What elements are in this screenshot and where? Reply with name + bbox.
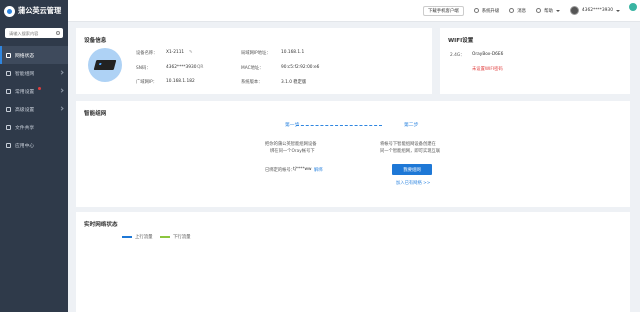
chevron-right-icon: [59, 88, 64, 93]
bound-account-label: 已绑定的帐号：: [265, 168, 296, 173]
wifi-password-warning[interactable]: 未设置WIFI密码: [472, 66, 503, 72]
sidebar-item-smart-network[interactable]: 智能组网: [0, 64, 68, 82]
sidebar-item-label: 网络状态: [15, 53, 35, 59]
logo-icon: [4, 5, 15, 17]
sidebar-item-label: 高级设置: [15, 107, 35, 113]
sidebar-item-file-sharing[interactable]: 文件共享: [0, 118, 68, 136]
messages-link[interactable]: 消息: [509, 8, 526, 14]
chevron-right-icon: [59, 106, 64, 111]
step2-desc-line1: 将帐号下智能组网设备创建在: [380, 142, 436, 147]
notification-dot: [38, 87, 41, 90]
legend-upload[interactable]: 上行流量: [122, 234, 153, 240]
folder-icon: [6, 124, 11, 130]
device-info-card: 设备信息 设备名称： X1-2111 ✎ SN码： 4362****3930 Q…: [76, 28, 432, 94]
router-icon: [93, 60, 117, 70]
search-input[interactable]: [5, 28, 63, 38]
sidebar-item-label: 应用中心: [15, 143, 35, 149]
lan-ip-label: 局域网IP地址：: [241, 51, 271, 56]
brand[interactable]: 蒲公英云管理: [0, 0, 68, 22]
mac-label: MAC地址：: [241, 66, 264, 71]
upgrade-label: 系统升级: [481, 8, 500, 14]
legend-download-swatch: [160, 236, 170, 238]
legend-download[interactable]: 下行流量: [160, 234, 191, 240]
download-client-button[interactable]: 下载手机客户端: [422, 5, 464, 16]
account-label: 4362****3930: [581, 8, 613, 13]
sn-value: 4362****3930: [166, 65, 197, 70]
device-name-value: X1-2111: [166, 50, 185, 55]
step-connector: [296, 125, 382, 126]
sidebar-item-label: 常用设置: [15, 89, 35, 95]
traffic-title: 实时网络状态: [84, 222, 118, 228]
qr-code-icon[interactable]: QR: [197, 65, 203, 70]
traffic-card: 实时网络状态 上行流量 下行流量: [76, 212, 630, 312]
lan-ip-value: 10.168.1.1: [281, 50, 305, 55]
sidebar-item-app-center[interactable]: 应用中心: [0, 136, 68, 154]
caret-down-icon: [555, 9, 560, 12]
legend-upload-label: 上行流量: [135, 235, 153, 240]
topbar: 下载手机客户端 系统升级 消息 帮助 4362****3930: [68, 0, 640, 22]
step2-label: 第二步: [404, 123, 419, 128]
messages-label: 消息: [517, 8, 527, 14]
account-menu[interactable]: 4362****3930: [569, 6, 620, 15]
version-label: 系统版本：: [241, 80, 263, 85]
sidebar-item-common-settings[interactable]: 常用设置: [0, 82, 68, 100]
create-network-button[interactable]: 我要组网: [392, 164, 432, 175]
edit-icon[interactable]: ✎: [189, 50, 193, 55]
sidebar-item-label: 文件共享: [15, 125, 35, 131]
smart-network-card: 智能组网: [76, 101, 630, 207]
avatar: [569, 6, 579, 15]
sliders-icon: [6, 106, 11, 112]
device-name-label: 设备名称：: [136, 51, 158, 56]
monitor-icon: [6, 52, 11, 58]
chevron-right-icon: [59, 70, 64, 75]
step1-desc-line2: 绑在同一个Oray帐号下: [270, 149, 315, 154]
bound-account-value: tj****ww: [293, 167, 312, 172]
upgrade-icon: [473, 8, 479, 13]
wifi-ssid: OrayBox-D6E6: [472, 52, 504, 57]
app-title: 蒲公英云管理: [18, 6, 62, 15]
help-menu[interactable]: 帮助: [536, 8, 560, 14]
smart-network-title: 智能组网: [84, 111, 107, 117]
search-icon[interactable]: [56, 30, 60, 35]
wifi-title: WIFI设置: [448, 38, 474, 44]
device-image: [88, 48, 122, 82]
caret-down-icon: [616, 9, 620, 12]
legend-upload-swatch: [122, 236, 132, 238]
floating-settings-icon[interactable]: [629, 3, 637, 11]
step1-desc-line1: 把你的蒲公英智能组网设备: [265, 142, 317, 147]
upgrade-link[interactable]: 系统升级: [473, 8, 500, 14]
sidebar: 蒲公英云管理 网络状态 智能组网 常用设置 高级设置 文件共享 应用中心: [0, 0, 68, 312]
sidebar-item-advanced-settings[interactable]: 高级设置: [0, 100, 68, 118]
sidebar-search: [5, 28, 63, 38]
sidebar-item-label: 智能组网: [15, 71, 35, 77]
mac-value: 90:c5:f2:92:00:e6: [281, 65, 320, 70]
wifi-card: WIFI设置 2.4G： OrayBox-D6E6 未设置WIFI密码: [440, 28, 630, 94]
apps-icon: [6, 142, 11, 148]
network-icon: [6, 70, 11, 76]
settings-icon: [6, 88, 11, 94]
wan-ip-value: 10.168.1.182: [166, 79, 195, 84]
help-label: 帮助: [544, 8, 553, 14]
wan-ip-label: 广域网IP：: [136, 80, 158, 85]
version-value: 3.1.0 稳定版: [281, 80, 307, 85]
legend-download-label: 下行流量: [173, 235, 191, 240]
wifi-band-label: 2.4G：: [450, 53, 465, 58]
bell-icon: [509, 8, 515, 13]
step2-desc-line2: 同一个智能组网，即可实现互联: [380, 149, 441, 154]
device-info-title: 设备信息: [84, 38, 107, 44]
sidebar-item-network-status[interactable]: 网络状态: [0, 46, 68, 64]
help-icon: [536, 8, 542, 13]
unbind-link[interactable]: 解绑: [314, 167, 323, 173]
join-network-link[interactable]: 加入已有网络 >>: [396, 180, 430, 186]
sn-label: SN码：: [136, 66, 151, 71]
